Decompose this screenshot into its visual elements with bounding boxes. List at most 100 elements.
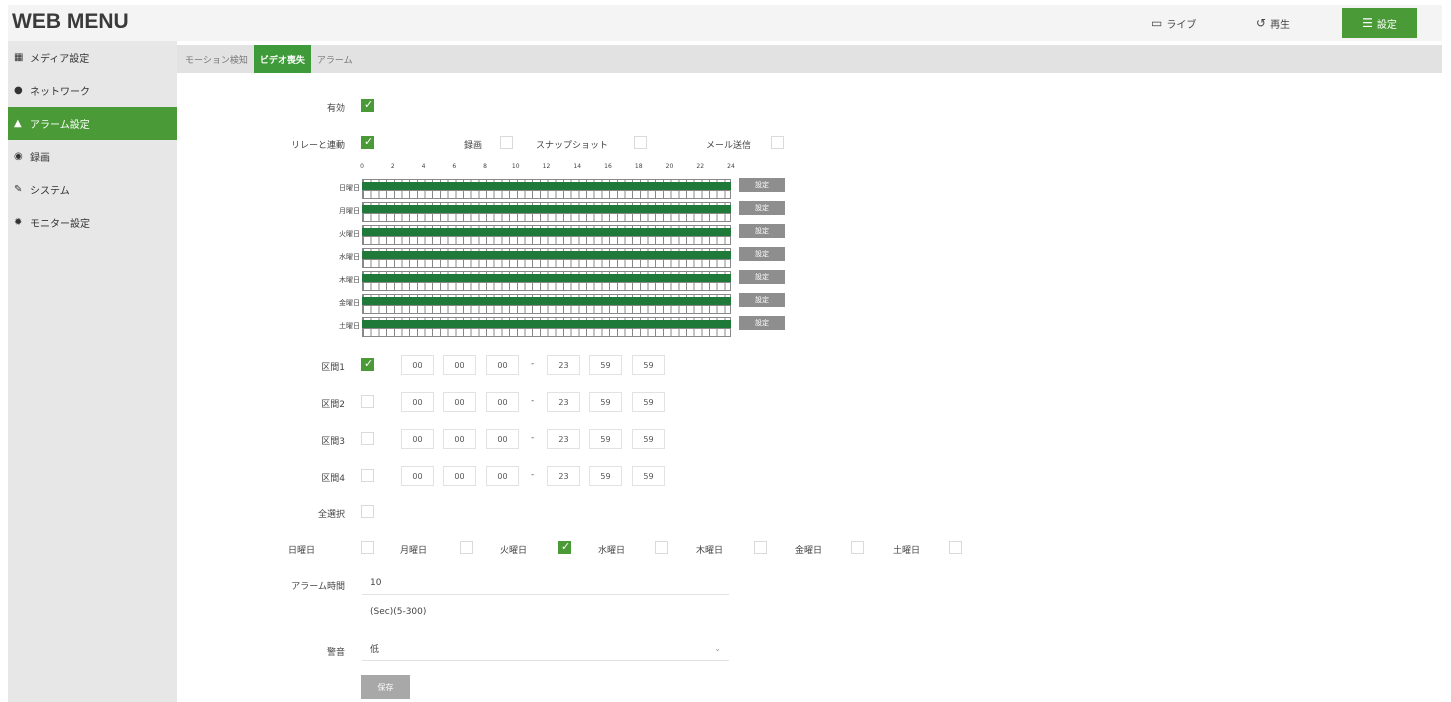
day-schedule-row[interactable] — [362, 317, 731, 338]
sidebar-item-3[interactable]: ◉ 録画 — [8, 140, 177, 173]
period-checkbox[interactable] — [361, 469, 374, 482]
monitor-icon: ▭ — [1151, 16, 1163, 30]
tab-1[interactable]: ビデオ喪失 — [253, 45, 311, 73]
alarm-duration-value: 10 — [370, 577, 382, 588]
hour-tick: 24 — [727, 163, 735, 170]
nav-settings[interactable]: ☰ 設定 — [1342, 8, 1417, 38]
tab-2[interactable]: アラーム — [311, 45, 359, 73]
end-time-field[interactable]: 23 — [547, 429, 580, 449]
schedule-grid — [362, 282, 731, 291]
period-checkbox[interactable] — [361, 432, 374, 445]
weekday-label: 月曜日 — [400, 546, 428, 556]
schedule-grid — [362, 236, 731, 245]
period-checkbox[interactable] — [361, 395, 374, 408]
day-schedule-row[interactable] — [362, 179, 731, 200]
record-icon: ◉ — [14, 151, 23, 162]
buzzer-select[interactable]: 低 ⌄ — [362, 637, 729, 661]
end-time-field[interactable]: 23 — [547, 466, 580, 486]
day-set-button[interactable]: 設定 — [739, 270, 785, 284]
start-time-field[interactable]: 00 — [401, 392, 434, 412]
hour-tick: 10 — [511, 163, 520, 170]
wrench-icon: ✎ — [14, 184, 23, 195]
day-label: 月曜日 — [339, 207, 360, 215]
start-time-field[interactable]: 00 — [486, 466, 519, 486]
day-schedule-row[interactable] — [362, 271, 731, 292]
end-time-field[interactable]: 23 — [547, 355, 580, 375]
start-time-field[interactable]: 00 — [443, 355, 476, 375]
day-set-button[interactable]: 設定 — [739, 316, 785, 330]
start-time-field[interactable]: 00 — [401, 466, 434, 486]
weekday-checkbox[interactable] — [754, 541, 767, 554]
start-time-field[interactable]: 00 — [401, 355, 434, 375]
start-time-field[interactable]: 00 — [486, 355, 519, 375]
schedule-bar — [362, 320, 731, 328]
end-time-field[interactable]: 59 — [589, 429, 622, 449]
weekday-checkbox[interactable] — [655, 541, 668, 554]
start-time-field[interactable]: 00 — [443, 466, 476, 486]
weekday-label: 土曜日 — [893, 546, 921, 556]
start-time-field[interactable]: 00 — [443, 429, 476, 449]
sidebar-item-0[interactable]: ▦ メディア設定 — [8, 41, 177, 74]
nav-live[interactable]: ▭ ライブ — [1151, 5, 1196, 41]
end-time-field[interactable]: 59 — [589, 355, 622, 375]
start-time-field[interactable]: 00 — [486, 429, 519, 449]
end-time-field[interactable]: 59 — [632, 466, 665, 486]
end-time-field[interactable]: 59 — [632, 429, 665, 449]
sidebar-item-4[interactable]: ✎ システム — [8, 173, 177, 206]
relay-label: リレーと連動 — [290, 141, 345, 151]
range-dash: - — [531, 470, 535, 480]
day-set-button[interactable]: 設定 — [739, 201, 785, 215]
record-checkbox[interactable] — [500, 136, 513, 149]
alarm-duration-input[interactable]: 10 — [362, 571, 729, 595]
sidebar-item-label: アラーム設定 — [30, 120, 90, 131]
hour-tick: 18 — [634, 163, 643, 170]
weekday-checkbox[interactable] — [851, 541, 864, 554]
top-header: WEB MENU ▭ ライブ ↺ 再生 ☰ 設定 — [8, 5, 1442, 41]
snapshot-checkbox[interactable] — [634, 136, 647, 149]
day-schedule-row[interactable] — [362, 294, 731, 315]
day-set-button[interactable]: 設定 — [739, 224, 785, 238]
day-label: 水曜日 — [339, 253, 360, 261]
start-time-field[interactable]: 00 — [443, 392, 476, 412]
day-set-button[interactable]: 設定 — [739, 247, 785, 261]
enable-checkbox[interactable] — [361, 98, 374, 112]
sidebar-item-5[interactable]: ✹ モニター設定 — [8, 206, 177, 239]
weekday-checkbox[interactable] — [460, 541, 473, 554]
weekday-checkbox[interactable] — [361, 541, 374, 554]
period-label: 区間2 — [321, 400, 345, 410]
save-button[interactable]: 保存 — [361, 675, 410, 699]
sidebar-item-2[interactable]: ▲ アラーム設定 — [8, 107, 177, 140]
nav-playback[interactable]: ↺ 再生 — [1256, 5, 1290, 41]
day-schedule-row[interactable] — [362, 202, 731, 223]
select-all-checkbox[interactable] — [361, 505, 374, 518]
end-time-field[interactable]: 59 — [632, 355, 665, 375]
weekday-checkbox[interactable] — [558, 540, 571, 554]
day-schedule-row[interactable] — [362, 248, 731, 269]
tab-bar: モーション検知 ビデオ喪失 アラーム — [177, 45, 1442, 73]
day-set-button[interactable]: 設定 — [739, 178, 785, 192]
day-schedule-row[interactable] — [362, 225, 731, 246]
period-checkbox[interactable] — [361, 357, 374, 371]
app-logo: WEB MENU — [12, 10, 129, 33]
relay-checkbox[interactable] — [361, 135, 374, 149]
sidebar-item-label: ネットワーク — [30, 87, 90, 98]
end-time-field[interactable]: 59 — [589, 466, 622, 486]
media-icon: ▦ — [14, 52, 24, 63]
end-time-field[interactable]: 23 — [547, 392, 580, 412]
hour-tick: 0 — [360, 163, 364, 170]
tab-0[interactable]: モーション検知 — [179, 45, 254, 73]
enable-label: 有効 — [326, 104, 345, 114]
list-icon: ☰ — [1362, 16, 1373, 30]
weekday-checkbox[interactable] — [949, 541, 962, 554]
day-set-button[interactable]: 設定 — [739, 293, 785, 307]
end-time-field[interactable]: 59 — [589, 392, 622, 412]
end-time-field[interactable]: 59 — [632, 392, 665, 412]
start-time-field[interactable]: 00 — [401, 429, 434, 449]
start-time-field[interactable]: 00 — [486, 392, 519, 412]
hour-tick: 6 — [452, 163, 457, 170]
range-dash: - — [531, 433, 535, 443]
nav-live-label: ライブ — [1166, 19, 1197, 31]
email-checkbox[interactable] — [771, 136, 784, 149]
sidebar-item-1[interactable]: ● ネットワーク — [8, 74, 177, 107]
hour-tick: 8 — [483, 163, 487, 170]
